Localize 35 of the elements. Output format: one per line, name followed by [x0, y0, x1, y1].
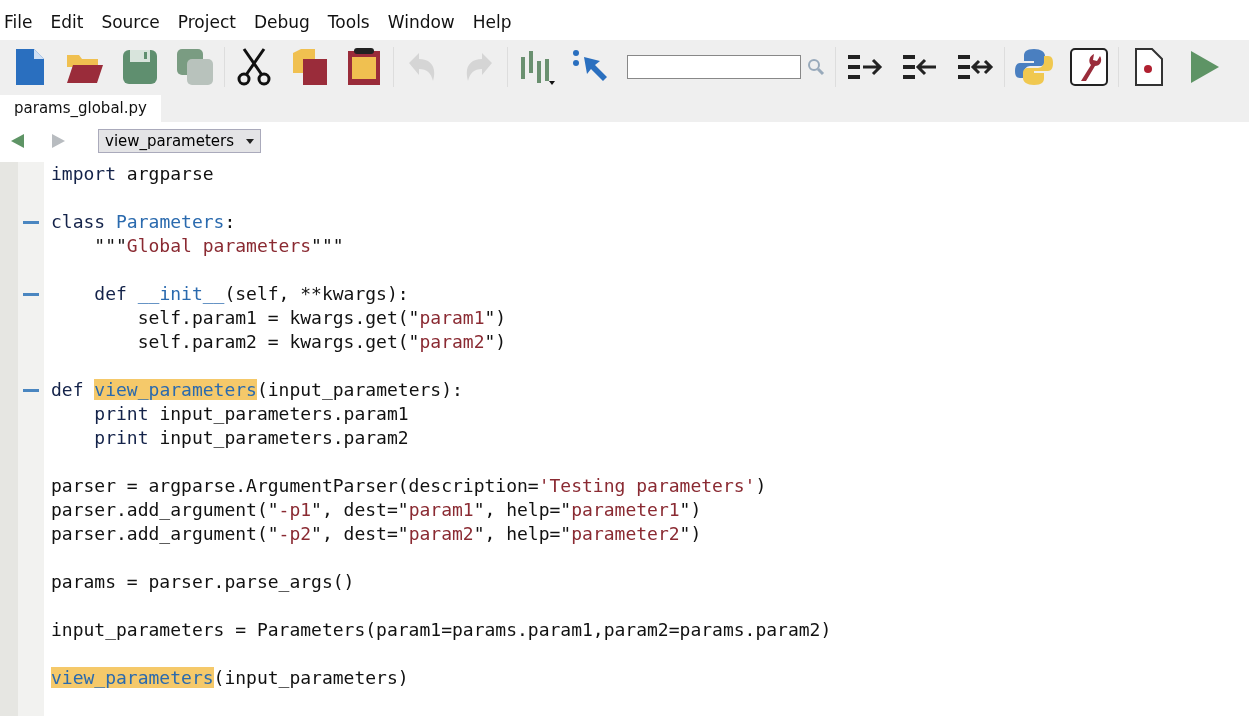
caret-icon [246, 138, 255, 144]
python-logo-icon[interactable] [1014, 47, 1054, 87]
code-line: input_parameters = Parameters(param1=params.param1,param2=params.param2) [51, 619, 832, 640]
back-arrow-icon[interactable] [10, 133, 26, 149]
code-line: def view_parameters(input_parameters): [51, 379, 463, 400]
floppy-disks-icon[interactable] [175, 47, 215, 87]
menu-item[interactable]: Window [387, 12, 455, 38]
code-line: parser = argparse.ArgumentParser(description='Testing parameters') [51, 475, 767, 496]
function-dropdown[interactable]: view_parameters [98, 129, 262, 153]
code-line: params = parser.parse_args() [51, 571, 355, 592]
code-line: print input_parameters.param2 [93, 427, 409, 448]
code-line: parser.add_argument("-p1", dest="param1", help="parameter1") [51, 499, 702, 520]
code-line: class Parameters: [51, 211, 236, 232]
file-tab[interactable]: params_global.py [0, 95, 161, 122]
search-icon[interactable] [806, 57, 826, 77]
menu-item[interactable]: Source [101, 12, 160, 38]
code-line: print input_parameters.param1 [93, 403, 409, 424]
code-line: view_parameters(input_parameters) [51, 667, 409, 688]
menu-item[interactable]: Help [472, 12, 512, 38]
wrench-icon[interactable] [1069, 47, 1109, 87]
fold-marker[interactable] [23, 388, 39, 392]
menu-item[interactable]: Project [177, 12, 236, 38]
fold-marker[interactable] [23, 292, 39, 296]
menu-item[interactable]: Edit [50, 12, 84, 38]
code-line: parser.add_argument("-p2", dest="param2", help="parameter2") [51, 523, 702, 544]
code-line: self.param2 = kwargs.get("param2") [136, 331, 507, 352]
code-line: import argparse [51, 163, 214, 184]
code-line: def __init__(self, **kwargs): [93, 283, 409, 304]
fold-marker[interactable] [23, 220, 39, 224]
code-line: self.param1 = kwargs.get("param1") [136, 307, 507, 328]
menu-item[interactable]: Tools [327, 12, 370, 38]
search-field[interactable] [627, 55, 801, 79]
menu-item[interactable]: Debug [253, 12, 310, 38]
code-line: """Global parameters""" [93, 235, 344, 256]
menu-item[interactable]: File [4, 12, 33, 38]
